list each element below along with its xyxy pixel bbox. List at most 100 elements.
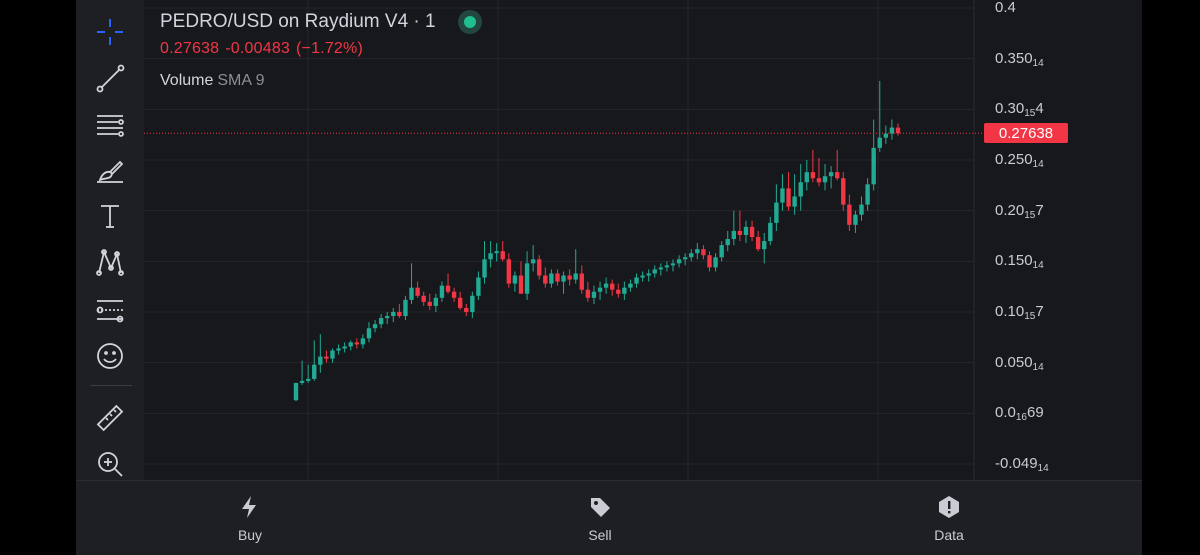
candle bbox=[889, 119, 895, 140]
candle bbox=[482, 241, 487, 284]
price-tick-label: 0.20157 bbox=[995, 201, 1044, 221]
price-tick-label: 0.4 bbox=[995, 0, 1016, 16]
candle-body bbox=[330, 350, 335, 359]
info-icon bbox=[939, 496, 959, 518]
candle bbox=[573, 249, 578, 284]
candle bbox=[391, 307, 396, 323]
candle-body bbox=[293, 382, 299, 401]
candle-body bbox=[743, 226, 749, 235]
price-tick-label: 0.10157 bbox=[995, 303, 1044, 322]
candle bbox=[439, 281, 445, 302]
ruler-icon[interactable] bbox=[90, 398, 130, 438]
emoji-icon[interactable] bbox=[90, 336, 130, 376]
data-button[interactable]: Data bbox=[889, 495, 1009, 543]
chart-pane[interactable]: PEDRO/USD on Raydium V4 · 1 0.27638 -0.00… bbox=[144, 0, 1142, 480]
candle bbox=[555, 269, 560, 286]
candle-body bbox=[749, 226, 755, 238]
chart-legend: PEDRO/USD on Raydium V4 · 1 0.27638 -0.00… bbox=[160, 8, 482, 90]
bottom-nav: Buy Sell Data bbox=[76, 480, 1142, 555]
candle bbox=[433, 293, 439, 312]
candle-body bbox=[847, 204, 852, 225]
candle-body bbox=[427, 301, 432, 306]
quote-row: 0.27638 -0.00483 (−1.72%) bbox=[160, 40, 482, 58]
candle bbox=[561, 271, 566, 294]
candle-body bbox=[889, 127, 895, 134]
candle-body bbox=[391, 312, 396, 317]
lightning-icon bbox=[242, 496, 256, 518]
candle bbox=[524, 251, 530, 300]
candle-body bbox=[537, 259, 542, 276]
candle bbox=[549, 269, 554, 288]
candle-body bbox=[640, 275, 645, 278]
candle bbox=[841, 172, 846, 211]
price-tick-label: 0.35014 bbox=[995, 49, 1044, 69]
indicator-name: Volume bbox=[160, 72, 214, 89]
candle bbox=[719, 241, 724, 262]
candle-body bbox=[506, 259, 512, 284]
candle-body bbox=[342, 346, 347, 349]
candle bbox=[792, 174, 797, 215]
candle-body bbox=[415, 287, 420, 296]
candle-body bbox=[628, 283, 633, 288]
symbol-title[interactable]: PEDRO/USD on Raydium V4 · 1 bbox=[160, 11, 436, 33]
candle-body bbox=[762, 241, 767, 250]
candle bbox=[360, 334, 366, 349]
data-label: Data bbox=[934, 527, 964, 543]
candle bbox=[853, 210, 858, 233]
candle bbox=[409, 263, 414, 304]
buy-button[interactable]: Buy bbox=[190, 495, 310, 543]
candle bbox=[403, 295, 408, 321]
candle-body bbox=[372, 324, 378, 329]
forecast-icon[interactable] bbox=[90, 290, 130, 330]
candle-body bbox=[579, 273, 584, 290]
candle bbox=[567, 269, 572, 286]
pattern-icon[interactable] bbox=[90, 242, 130, 282]
candle bbox=[464, 303, 469, 317]
candle bbox=[682, 253, 688, 266]
candle bbox=[743, 220, 749, 244]
candle bbox=[603, 277, 609, 294]
candle-body bbox=[725, 239, 730, 246]
candle-body bbox=[318, 356, 323, 365]
brush-icon[interactable] bbox=[90, 150, 130, 190]
candle-body bbox=[573, 273, 578, 280]
volume-indicator[interactable]: Volume SMA 9 bbox=[160, 72, 482, 90]
candle-body bbox=[859, 204, 864, 215]
last-price: 0.27638 bbox=[160, 40, 220, 57]
candle-body bbox=[397, 312, 402, 317]
candle bbox=[518, 261, 524, 294]
candle-body bbox=[737, 230, 743, 235]
candle-body bbox=[841, 178, 846, 205]
zoom-in-icon[interactable] bbox=[90, 444, 130, 484]
candle-body bbox=[524, 263, 530, 294]
candle bbox=[859, 196, 864, 221]
price-tick-label: 0.01669 bbox=[995, 404, 1044, 424]
candle-body bbox=[409, 287, 414, 300]
fib-retracement-icon[interactable] bbox=[90, 104, 130, 144]
candle-body bbox=[622, 287, 627, 294]
candle-body bbox=[597, 287, 603, 292]
candle bbox=[695, 243, 700, 260]
candle bbox=[676, 255, 682, 268]
candle-body bbox=[500, 251, 505, 260]
candle bbox=[664, 261, 670, 272]
candle-body bbox=[835, 172, 840, 179]
candle bbox=[500, 241, 505, 262]
candle bbox=[646, 269, 651, 282]
text-icon[interactable] bbox=[90, 196, 130, 236]
candle bbox=[378, 314, 384, 329]
candle-body bbox=[457, 297, 463, 308]
candle-body bbox=[336, 348, 341, 351]
candle-body bbox=[646, 273, 651, 276]
drawing-toolbar bbox=[76, 0, 144, 480]
crosshair-icon[interactable] bbox=[90, 12, 130, 52]
candle-body bbox=[786, 188, 791, 207]
trend-line-icon[interactable] bbox=[90, 58, 130, 98]
candle-body bbox=[676, 259, 682, 264]
candle bbox=[348, 340, 353, 351]
candle bbox=[488, 241, 493, 268]
candle-body bbox=[549, 273, 554, 284]
candle bbox=[810, 149, 816, 183]
candle bbox=[470, 291, 475, 319]
sell-button[interactable]: Sell bbox=[540, 495, 660, 543]
